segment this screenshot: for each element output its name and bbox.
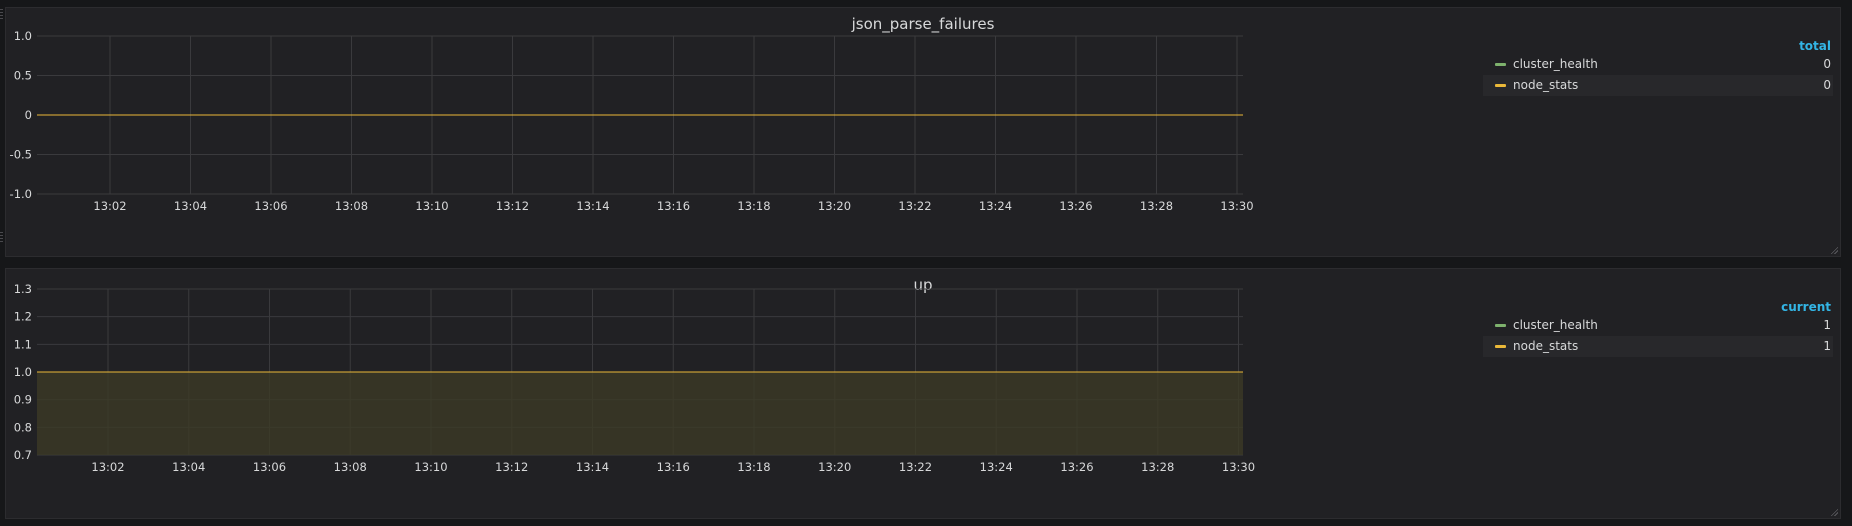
x-tick-label: 13:28 xyxy=(1140,199,1173,213)
x-tick-label: 13:02 xyxy=(91,460,124,474)
x-tick-label: 13:08 xyxy=(335,199,368,213)
legend-series-name[interactable]: node_stats xyxy=(1513,75,1578,96)
x-tick-label: 13:02 xyxy=(93,199,126,213)
x-tick-label: 13:10 xyxy=(415,199,448,213)
x-tick-label: 13:12 xyxy=(496,199,529,213)
x-tick-label: 13:26 xyxy=(1060,460,1093,474)
x-tick-label: 13:12 xyxy=(495,460,528,474)
legend-item-node-stats[interactable]: node_stats 0 xyxy=(1483,75,1833,96)
x-tick-label: 13:04 xyxy=(172,460,205,474)
legend-item-cluster-health[interactable]: cluster_health 1 xyxy=(1483,315,1833,336)
y-tick-label: 0 xyxy=(25,108,32,122)
legend-series-name[interactable]: cluster_health xyxy=(1513,54,1598,75)
y-tick-label: 1.0 xyxy=(14,29,32,43)
legend-series-value: 1 xyxy=(1823,339,1831,353)
x-tick-label: 13:18 xyxy=(737,199,770,213)
chart-up: 1.3 1.2 1.1 1.0 0.9 0.8 0.7 13:02 13:04 13:06 13:0… xyxy=(14,282,1255,474)
legend-series-value: 1 xyxy=(1823,318,1831,332)
legend-swatch[interactable] xyxy=(1495,345,1506,348)
legend-item-cluster-health[interactable]: cluster_health 0 xyxy=(1483,54,1833,75)
chart-json-parse-failures: 1.0 0.5 0 -0.5 -1.0 13:02 13:04 13:06 13:08 13:10… xyxy=(10,29,1254,213)
x-tick-label: 13:20 xyxy=(818,460,851,474)
x-tick-label: 13:10 xyxy=(414,460,447,474)
legend-series-value: 0 xyxy=(1823,57,1831,71)
x-tick-label: 13:14 xyxy=(576,199,609,213)
y-tick-label: 0.8 xyxy=(14,420,32,434)
legend-swatch[interactable] xyxy=(1495,324,1506,327)
y-tick-label: 0.9 xyxy=(14,393,32,407)
x-tick-label: 13:24 xyxy=(980,460,1013,474)
y-tick-label: 1.3 xyxy=(14,282,32,296)
legend-header-current[interactable]: current xyxy=(1483,299,1833,315)
x-tick-label: 13:06 xyxy=(253,460,286,474)
legend-item-node-stats[interactable]: node_stats 1 xyxy=(1483,336,1833,357)
panel-up: up 1.3 1.2 1.1 1.0 0.9 0.8 0.7 13:02 13:04 13:06 1… xyxy=(5,268,1841,519)
y-tick-label: 1.1 xyxy=(14,337,32,351)
legend-swatch[interactable] xyxy=(1495,84,1506,87)
series-area-node-stats xyxy=(37,372,1243,455)
x-tick-label: 13:22 xyxy=(898,199,931,213)
x-tick-label: 13:18 xyxy=(737,460,770,474)
panel-drag-handle[interactable] xyxy=(0,9,3,19)
y-tick-label: 1.2 xyxy=(14,310,32,324)
y-tick-label: 1.0 xyxy=(14,365,32,379)
legend-series-value: 0 xyxy=(1823,78,1831,92)
x-tick-label: 13:14 xyxy=(576,460,609,474)
legend: current cluster_health 1 node_stats 1 xyxy=(1483,299,1833,357)
x-tick-label: 13:22 xyxy=(899,460,932,474)
resize-icon[interactable] xyxy=(1830,246,1838,254)
panel-drag-handle[interactable] xyxy=(0,232,3,242)
y-tick-label: 0.5 xyxy=(14,69,32,83)
x-tick-label: 13:26 xyxy=(1059,199,1092,213)
x-tick-label: 13:24 xyxy=(979,199,1012,213)
x-tick-label: 13:16 xyxy=(657,460,690,474)
legend-header-total[interactable]: total xyxy=(1483,38,1833,54)
x-tick-label: 13:30 xyxy=(1220,199,1253,213)
resize-icon[interactable] xyxy=(1830,508,1838,516)
legend-swatch[interactable] xyxy=(1495,63,1506,66)
x-tick-label: 13:08 xyxy=(334,460,367,474)
y-tick-label: -1.0 xyxy=(10,187,32,201)
x-tick-label: 13:06 xyxy=(254,199,287,213)
legend-series-name[interactable]: cluster_health xyxy=(1513,315,1598,336)
y-tick-label: 0.7 xyxy=(14,448,32,462)
x-tick-label: 13:04 xyxy=(174,199,207,213)
x-tick-label: 13:16 xyxy=(657,199,690,213)
x-tick-label: 13:28 xyxy=(1141,460,1174,474)
x-tick-label: 13:20 xyxy=(818,199,851,213)
x-tick-label: 13:30 xyxy=(1222,460,1255,474)
y-tick-label: -0.5 xyxy=(10,148,32,162)
legend: total cluster_health 0 node_stats 0 xyxy=(1483,38,1833,96)
legend-series-name[interactable]: node_stats xyxy=(1513,336,1578,357)
panel-json-parse-failures: json_parse_failures 1.0 0.5 0 -0.5 -1.0 13:02… xyxy=(5,7,1841,257)
